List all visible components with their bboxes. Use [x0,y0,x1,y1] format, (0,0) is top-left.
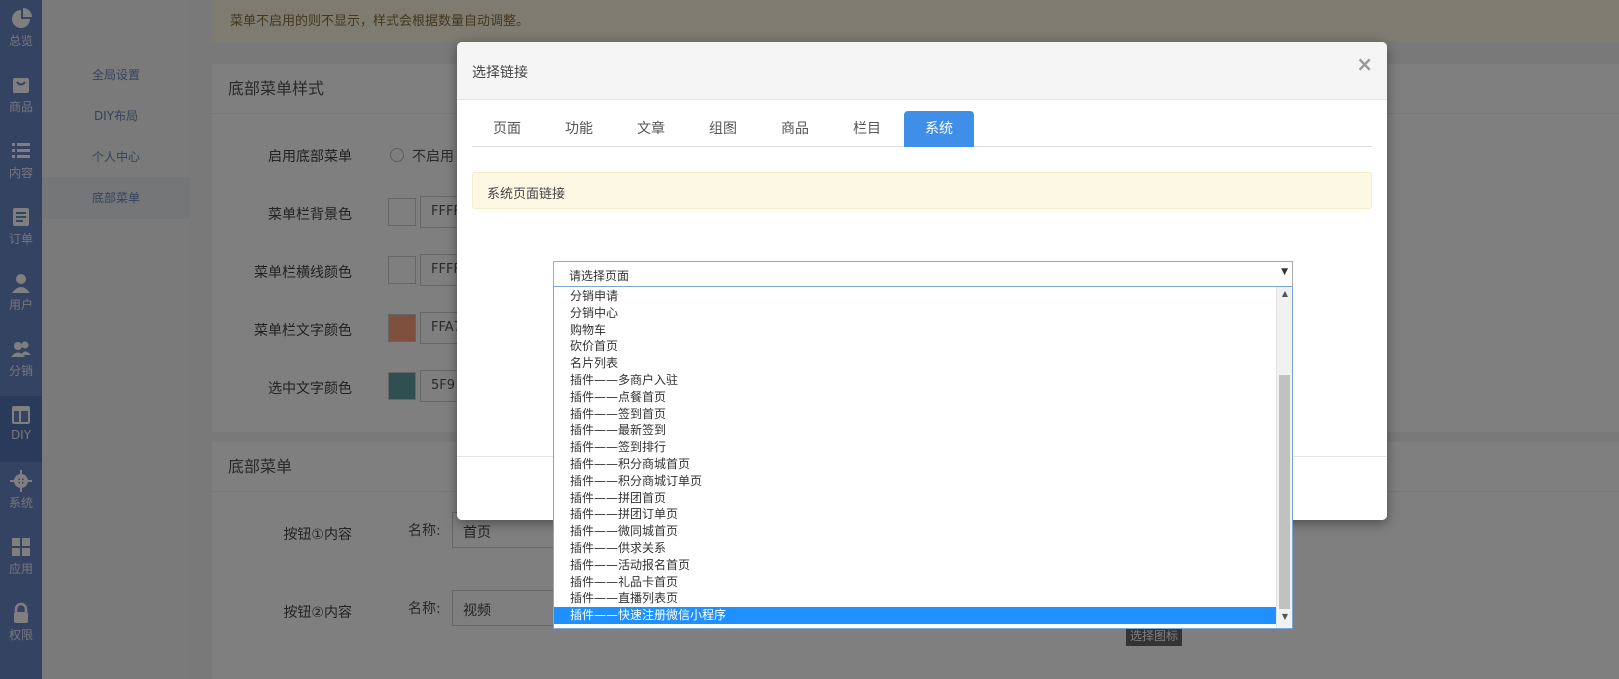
dropdown-option[interactable]: 插件——多商户入驻 [554,372,1276,389]
modal-title: 选择链接 [472,65,528,81]
close-icon[interactable]: × [1356,52,1373,76]
tab-page[interactable]: 页面 [472,111,542,147]
dropdown-option[interactable]: 插件——签到首页 [554,406,1276,423]
dropdown-option[interactable]: 插件——积分商城首页 [554,456,1276,473]
page-select-dropdown: 插件——快速注册微信小程序 插件——直播列表页 插件——礼品卡首页 插件——活动报名首… [553,286,1293,629]
dropdown-option[interactable]: 插件——最新签到 [554,422,1276,439]
tab-function[interactable]: 功能 [544,111,614,147]
tab-gallery[interactable]: 组图 [688,111,758,147]
system-link-alert: 系统页面链接 [472,172,1372,209]
tab-article[interactable]: 文章 [616,111,686,147]
chevron-down-icon: ▼ [1281,267,1288,277]
dropdown-option[interactable]: 插件——供求关系 [554,540,1276,557]
modal-header: 选择链接 × [457,42,1387,100]
tab-product[interactable]: 商品 [760,111,830,147]
scroll-down-icon[interactable]: ▼ [1277,612,1292,626]
dropdown-option[interactable]: 购物车 [554,322,1276,339]
dropdown-option[interactable]: 名片列表 [554,355,1276,372]
dropdown-option[interactable]: 砍价首页 [554,338,1276,355]
dropdown-option[interactable]: 插件——拼团订单页 [554,506,1276,523]
scroll-thumb[interactable] [1279,375,1290,609]
dropdown-option[interactable]: 插件——直播列表页 [554,590,1276,607]
dropdown-option[interactable]: 插件——微同城首页 [554,523,1276,540]
dropdown-option[interactable]: 分销申请 [554,288,1276,305]
page-select-value: 请选择页面 [569,269,630,283]
scroll-up-icon[interactable]: ▲ [1277,289,1292,303]
dropdown-option[interactable]: 分销中心 [554,305,1276,322]
page-select[interactable]: 请选择页面 ▼ [553,261,1293,287]
tab-column[interactable]: 栏目 [832,111,902,147]
dropdown-option[interactable]: 插件——活动报名首页 [554,557,1276,574]
link-type-tabs: 页面 功能 文章 组图 商品 栏目 系统 [472,111,1372,147]
dropdown-option[interactable]: 插件——快速注册微信小程序 [554,607,1276,625]
dropdown-option[interactable]: 插件——签到排行 [554,439,1276,456]
tab-system[interactable]: 系统 [904,111,974,147]
dropdown-option[interactable]: 插件——礼品卡首页 [554,574,1276,591]
dropdown-option[interactable]: 插件——积分商城订单页 [554,473,1276,490]
dropdown-option[interactable]: 插件——拼团首页 [554,490,1276,507]
dropdown-option[interactable]: 插件——点餐首页 [554,389,1276,406]
dropdown-scrollbar[interactable]: ▲ ▼ [1276,287,1292,628]
